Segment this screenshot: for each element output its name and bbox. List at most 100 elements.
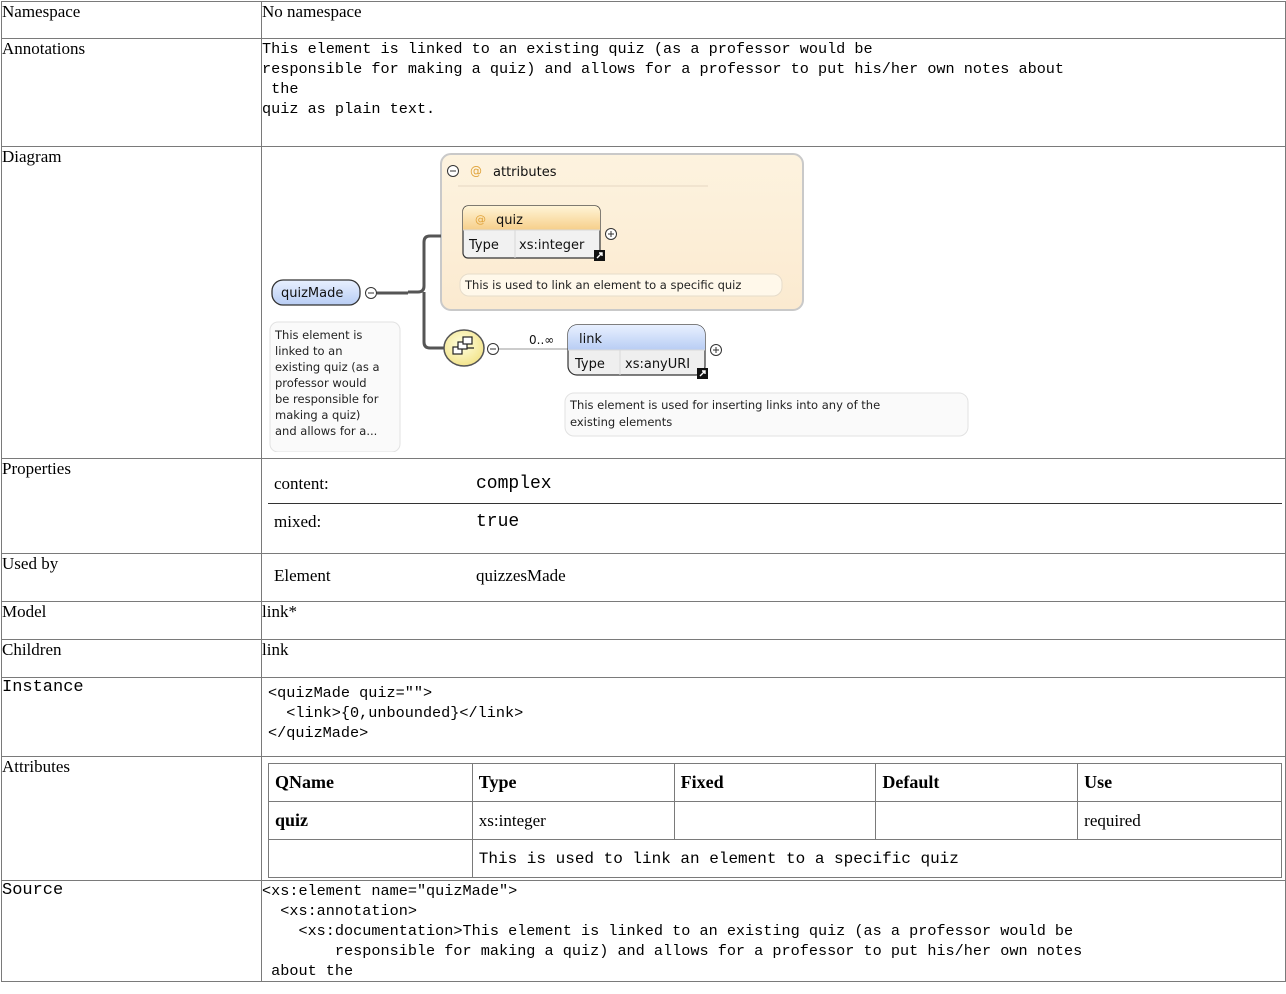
attributes-table: QName Type Fixed Default Use quiz xs:int… (268, 763, 1283, 878)
svg-text:be responsible for: be responsible for (275, 392, 379, 406)
diagram-row: Diagram @ attributes @ quiz Type xs:inte… (1, 146, 1286, 459)
property-key: content: (274, 473, 329, 493)
properties-label: Properties (1, 458, 262, 554)
namespace-row: Namespace No namespace (1, 1, 1286, 39)
properties-row: Properties content: complex mixed: true (1, 458, 1286, 554)
namespace-label: Namespace (1, 1, 262, 39)
source-label: Source (1, 880, 262, 982)
attr-type[interactable]: xs:integer (471, 801, 675, 840)
source-line: about the (262, 962, 354, 980)
model-row: Model link* (1, 601, 1286, 640)
properties-cell: content: complex mixed: true (261, 458, 1286, 554)
cardinality-label: 0..∞ (529, 333, 554, 347)
source-line: <xs:element name="quizMade"> (262, 882, 518, 900)
quizmade-element-box[interactable]: quizMade (271, 279, 361, 306)
annotation-line: quiz as plain text. (262, 100, 436, 118)
children-row: Children link (1, 639, 1286, 678)
model-label: Model (1, 601, 262, 640)
quiz-attribute-box[interactable]: @ quiz Type xs:integer (462, 205, 605, 261)
source-line: <xs:annotation> (262, 902, 417, 920)
schema-diagram: @ attributes @ quiz Type xs:integer This… (269, 153, 969, 453)
svg-text:This element is used for inser: This element is used for inserting links… (569, 398, 880, 412)
attr-note: This is used to link an element to a spe… (471, 839, 1283, 878)
expand-icon[interactable] (605, 228, 617, 240)
property-key: mixed: (274, 512, 322, 532)
attributes-group-label: attributes (493, 165, 557, 180)
attributes-row: Attributes QName Type Fixed Default Use … (1, 756, 1286, 881)
sequence-compositor-icon[interactable] (443, 329, 485, 367)
col-header-use: Use (1077, 763, 1282, 802)
instance-line: </quizMade> (268, 724, 369, 742)
collapse-icon[interactable] (365, 287, 377, 299)
quizmade-element-name: quizMade (281, 286, 343, 301)
source-cell: <xs:element name="quizMade"> <xs:annotat… (261, 880, 1286, 982)
annotations-value: This element is linked to an existing qu… (261, 38, 1286, 147)
annotation-line: responsible for making a quiz) and allow… (262, 60, 1065, 78)
children-value[interactable]: link (261, 639, 1286, 678)
svg-text:existing quiz (as a: existing quiz (as a (275, 360, 380, 374)
source-line: responsible for making a quiz) and allow… (262, 942, 1083, 960)
link-element-name: link (579, 332, 602, 347)
diagram-label: Diagram (1, 146, 262, 459)
property-row: content: complex (268, 465, 1282, 503)
link-type-label: Type (574, 357, 605, 372)
property-value: true (476, 512, 520, 533)
attr-qname: quiz (268, 801, 473, 840)
used-by-cell: Element quizzesMade (261, 553, 1286, 602)
instance-line: <link>{0,unbounded}</link> (268, 704, 524, 722)
col-header-type: Type (471, 763, 675, 802)
table-row: This is used to link an element to a spe… (268, 839, 1283, 878)
quiz-type-value: xs:integer (519, 238, 585, 253)
used-by-label: Used by (1, 553, 262, 602)
table-row: quiz xs:integer required (268, 801, 1282, 840)
diagram-cell: @ attributes @ quiz Type xs:integer This… (261, 146, 1286, 459)
collapse-icon[interactable] (447, 165, 459, 177)
link-element-box[interactable]: link Type xs:anyURI (567, 324, 708, 379)
source-line: <xs:documentation>This element is linked… (262, 922, 1074, 940)
svg-text:linked to an: linked to an (275, 344, 343, 358)
quiz-attr-name: quiz (496, 213, 523, 228)
col-header-fixed: Fixed (673, 763, 877, 802)
instance-label: Instance (1, 677, 262, 757)
property-row: mixed: true (268, 503, 1282, 541)
attr-note-spacer (268, 839, 473, 878)
source-row: Source <xs:element name="quizMade"> <xs:… (1, 880, 1286, 982)
model-value[interactable]: link* (261, 601, 1286, 640)
used-by-link[interactable]: quizzesMade (470, 558, 1282, 594)
svg-text:making a quiz): making a quiz) (275, 408, 360, 422)
annotation-line: This element is linked to an existing qu… (262, 40, 873, 58)
attributes-label: Attributes (1, 756, 262, 881)
attributes-cell: QName Type Fixed Default Use quiz xs:int… (261, 756, 1286, 881)
quiz-type-label: Type (468, 238, 499, 253)
svg-text:professor would: professor would (275, 376, 367, 390)
namespace-value: No namespace (261, 1, 1286, 39)
instance-row: Instance <quizMade quiz=""> <link>{0,unb… (1, 677, 1286, 757)
col-header-default: Default (875, 763, 1079, 802)
children-label: Children (1, 639, 262, 678)
instance-line: <quizMade quiz=""> (268, 684, 433, 702)
attr-fixed (673, 801, 877, 840)
svg-text:existing elements: existing elements (570, 415, 672, 429)
instance-cell: <quizMade quiz=""> <link>{0,unbounded}</… (261, 677, 1286, 757)
properties-table: content: complex mixed: true (268, 465, 1282, 541)
quiz-note: This is used to link an element to a spe… (464, 278, 741, 292)
attr-default (875, 801, 1079, 840)
used-by-table: Element quizzesMade (268, 558, 1282, 594)
attributes-header-row: QName Type Fixed Default Use (268, 763, 1282, 802)
annotations-row: Annotations This element is linked to an… (1, 38, 1286, 147)
collapse-icon[interactable] (487, 343, 499, 355)
property-value: complex (476, 473, 552, 494)
attr-use: required (1077, 801, 1282, 840)
used-by-row: Used by Element quizzesMade (1, 553, 1286, 602)
at-sign-icon: @ (475, 213, 486, 226)
at-sign-icon: @ (470, 164, 482, 178)
annotations-label: Annotations (1, 38, 262, 147)
svg-text:This element is: This element is (274, 328, 362, 342)
col-header-qname: QName (268, 763, 473, 802)
used-by-kind: Element (274, 566, 331, 585)
used-by-entry: Element quizzesMade (268, 558, 1282, 594)
annotation-line: the (262, 80, 299, 98)
svg-text:and allows for a...: and allows for a... (275, 424, 377, 438)
element-doc-table: Namespace No namespace Annotations This … (1, 1, 1286, 982)
expand-icon[interactable] (710, 344, 722, 356)
